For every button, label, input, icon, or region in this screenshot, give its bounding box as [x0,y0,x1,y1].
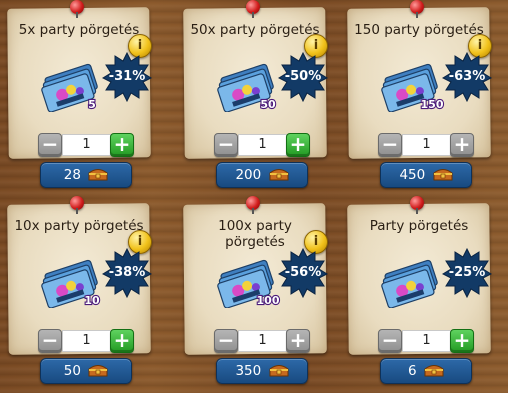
discount-badge: -50% [278,52,328,102]
shop-card: 50x party pörgetés i 50 -50% − 1 + 200 [178,0,330,188]
ticket-count-label: 100 [257,294,280,307]
discount-badge: -25% [442,248,492,298]
discount-label: -56% [284,265,322,280]
treasure-chest-icon [433,169,453,181]
pushpin-icon [70,196,84,214]
quantity-field[interactable]: 1 [62,330,111,352]
ticket-bundle-icon: 150 [381,63,445,112]
shop-card: 150 party pörgetés i 150 -63% − 1 + 450 [342,0,494,188]
quantity-field[interactable]: 1 [238,330,287,352]
price-label: 50 [63,363,81,379]
ticket-bundle-icon: 5 [41,63,98,112]
price-label: 200 [235,167,262,183]
buy-button[interactable]: 28 [40,162,132,188]
ticket-bundle-icon: 10 [41,259,101,308]
quantity-stepper: − 1 + [38,327,134,353]
decrement-button[interactable]: − [378,329,402,353]
card-title: Party pörgetés [369,218,469,234]
treasure-chest-icon [424,365,444,377]
shop-card: Party pörgetés i -25% − 1 + [342,196,494,384]
pushpin-icon [410,196,424,214]
decrement-button[interactable]: − [378,133,402,157]
card-title: 150 party pörgetés [354,22,484,38]
ticket-count-label: 5 [88,98,96,111]
ticket-count-label: 10 [84,294,100,307]
price-label: 6 [408,363,417,379]
decrement-button[interactable]: − [38,133,62,157]
ticket-bundle-icon [381,259,438,308]
shop-card: 10x party pörgetés i 10 -38% − 1 + 50 [2,196,154,384]
discount-badge: -56% [278,248,328,298]
shop-card: 5x party pörgetés i 5 -31% − 1 + 28 [2,0,154,188]
quantity-field[interactable]: 1 [238,134,287,156]
ticket-count-label: 150 [421,98,444,111]
decrement-button[interactable]: − [214,329,238,353]
price-label: 450 [399,167,426,183]
discount-label: -25% [448,265,486,280]
treasure-chest-icon [88,169,108,181]
ticket-bundle-icon: 100 [217,259,281,308]
increment-button[interactable]: + [286,133,310,157]
quantity-field[interactable]: 1 [62,134,111,156]
discount-label: -31% [108,69,146,84]
shop-card: 100x party pörgetés i 100 -56% − 1 + 350 [178,196,330,384]
quantity-field[interactable]: 1 [402,134,451,156]
pushpin-icon [410,0,424,18]
ticket-count-label: 50 [260,98,276,111]
increment-button[interactable]: + [450,133,474,157]
quantity-stepper: − 1 + [214,327,310,353]
increment-button[interactable]: + [286,329,310,353]
ticket-bundle-icon: 50 [217,63,277,112]
price-label: 28 [63,167,81,183]
decrement-button[interactable]: − [38,329,62,353]
buy-button[interactable]: 6 [380,358,472,384]
increment-button[interactable]: + [110,329,134,353]
price-label: 350 [235,363,262,379]
pushpin-icon [246,0,260,18]
quantity-stepper: − 1 + [378,327,474,353]
discount-badge: -63% [442,52,492,102]
treasure-chest-icon [269,169,289,181]
quantity-field[interactable]: 1 [402,330,451,352]
decrement-button[interactable]: − [214,133,238,157]
buy-button[interactable]: 350 [216,358,308,384]
discount-label: -63% [448,69,486,84]
buy-button[interactable]: 450 [380,162,472,188]
card-title: 5x party pörgetés [18,22,140,38]
discount-label: -50% [284,69,322,84]
pushpin-icon [70,0,84,18]
treasure-chest-icon [88,365,108,377]
pushpin-icon [246,196,260,214]
buy-button[interactable]: 50 [40,358,132,384]
increment-button[interactable]: + [110,133,134,157]
card-title: 10x party pörgetés [14,218,144,234]
discount-label: -38% [108,265,146,280]
discount-badge: -38% [102,248,152,298]
card-title: 100x party pörgetés [218,218,292,250]
quantity-stepper: − 1 + [378,131,474,157]
card-title: 50x party pörgetés [190,22,320,38]
shop-grid: 5x party pörgetés i 5 -31% − 1 + 28 50x … [0,0,508,393]
increment-button[interactable]: + [450,329,474,353]
quantity-stepper: − 1 + [38,131,134,157]
quantity-stepper: − 1 + [214,131,310,157]
discount-badge: -31% [102,52,152,102]
treasure-chest-icon [269,365,289,377]
buy-button[interactable]: 200 [216,162,308,188]
